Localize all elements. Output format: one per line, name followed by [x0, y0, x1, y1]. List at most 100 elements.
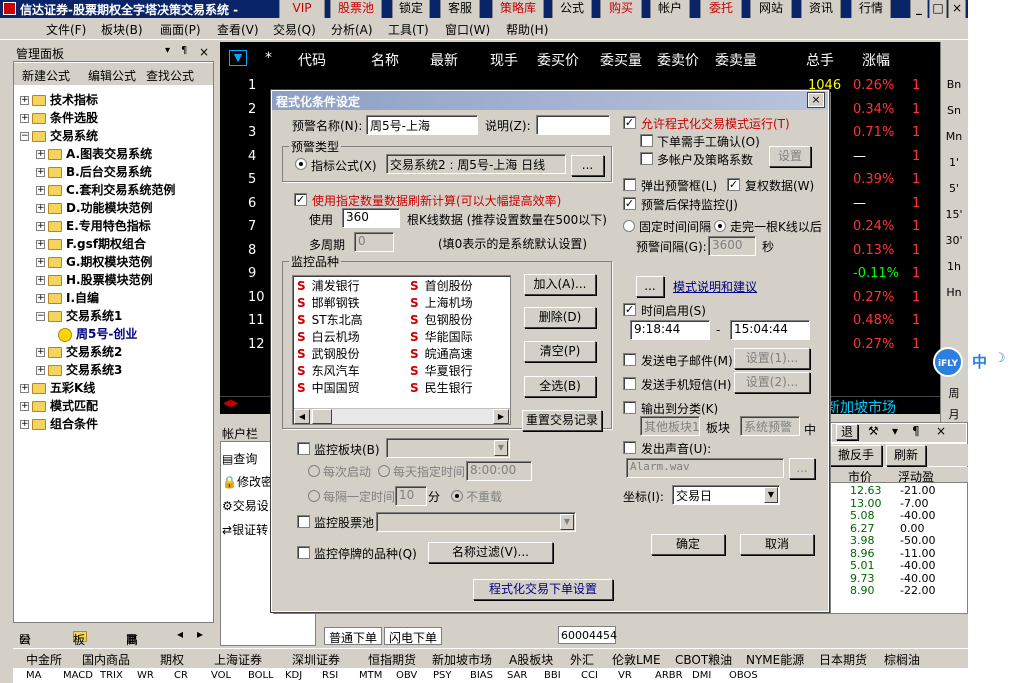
expand-icon[interactable]: + [36, 366, 45, 375]
indicator-tab[interactable]: WR [137, 670, 154, 681]
tool-icon[interactable]: ⚒ [868, 424, 879, 438]
send-sms-checkbox[interactable] [623, 377, 636, 390]
tree-item[interactable]: + B.后台交易系统 [36, 163, 152, 180]
expand-icon[interactable]: + [36, 348, 45, 357]
time-start-input[interactable]: 9:18:44 [630, 320, 710, 340]
account-bank-transfer[interactable]: ⇄银证转 [222, 521, 268, 538]
select-all-button[interactable]: 全选(B) [524, 376, 596, 397]
cancel-button[interactable]: 取消 [740, 534, 814, 555]
email-settings-button[interactable]: 设置(1)... [734, 348, 810, 369]
buy-button[interactable]: 购买 [600, 0, 642, 18]
indicator-tab[interactable]: OBV [396, 670, 417, 681]
expand-icon[interactable]: + [36, 168, 45, 177]
market-tab[interactable]: 恒指期货 [368, 651, 416, 668]
reset-trades-button[interactable]: 重置交易记录 [522, 410, 602, 431]
tree-item[interactable]: + F.gsf期权组合 [36, 235, 146, 252]
indicator-tab[interactable]: TRIX [100, 670, 123, 681]
sound-checkbox[interactable] [623, 441, 636, 454]
quotes-button[interactable]: 行情 [851, 0, 891, 18]
vip-button[interactable]: VIP [279, 0, 325, 18]
monitor-block-checkbox[interactable] [297, 442, 310, 455]
monitor-halt-checkbox[interactable] [297, 546, 310, 559]
expand-icon[interactable]: + [36, 276, 45, 285]
indicator-tab[interactable]: CCI [581, 670, 598, 681]
stock-list-scrollbar[interactable]: ◀ ▶ [294, 408, 510, 424]
account-button[interactable]: 帐户 [650, 0, 690, 18]
per-kline-radio[interactable] [714, 220, 726, 232]
multi-account-settings-button[interactable]: 设置 [769, 146, 811, 167]
each-start-radio[interactable] [308, 465, 320, 477]
lock-button[interactable]: 锁定 [392, 0, 430, 18]
period-button-3[interactable]: 1' [944, 156, 964, 169]
indicator-formula-radio[interactable] [295, 158, 307, 170]
tab-normal-order[interactable]: 普通下单 [324, 627, 383, 645]
monitor-block-select[interactable]: ▼ [386, 438, 510, 458]
indicator-tab[interactable]: DMI [692, 670, 711, 681]
grid-col-bidvol[interactable]: 委买量 [600, 50, 642, 70]
indicator-tab[interactable]: VR [618, 670, 632, 681]
desc-input[interactable] [536, 115, 610, 135]
market-tab[interactable]: 国内商品 [82, 651, 130, 668]
stock-item[interactable]: S ST东北高 [297, 311, 363, 328]
stock-item[interactable]: S 首创股份 [410, 277, 473, 294]
expand-icon[interactable]: + [20, 402, 29, 411]
interval-input[interactable]: 10 [395, 486, 427, 506]
period-button-6[interactable]: 30' [944, 234, 964, 247]
expand-icon[interactable]: + [36, 294, 45, 303]
output-system-input[interactable]: 系统预警 [740, 416, 800, 436]
ifly-icon[interactable]: iFLY [933, 347, 963, 377]
market-tab[interactable]: CBOT粮油 [675, 651, 732, 668]
fixed-interval-radio[interactable] [623, 220, 635, 232]
expand-icon[interactable]: + [20, 96, 29, 105]
period-button-10[interactable]: 月 [944, 406, 964, 422]
service-button[interactable]: 客服 [440, 0, 480, 18]
grid-col-code[interactable]: 代码 [298, 50, 326, 70]
warn-interval-input[interactable]: 3600 [708, 236, 756, 256]
add-stock-button[interactable]: 加入(A)... [524, 274, 596, 295]
grid-col-last[interactable]: 最新 [430, 50, 458, 70]
stock-pool-button[interactable]: 股票池 [330, 0, 382, 18]
grid-col-change[interactable]: 涨幅 [862, 50, 890, 70]
formula-button[interactable]: 公式 [552, 0, 592, 18]
menu-window[interactable]: 窗口(W) [445, 21, 490, 38]
tree-item[interactable]: + 技术指标 [20, 91, 98, 108]
indicator-tab[interactable]: RSI [322, 670, 338, 681]
market-tab[interactable]: A股板块 [509, 651, 553, 668]
dock-icon[interactable]: ¶ [181, 45, 187, 56]
stock-item[interactable]: S 浦发银行 [297, 277, 360, 294]
grid-col-name[interactable]: 名称 [371, 50, 399, 70]
dock-icon[interactable]: ¶ [912, 424, 920, 438]
market-tab[interactable]: 中金所 [26, 651, 62, 668]
stock-item[interactable]: S 皖通高速 [410, 345, 473, 362]
interval-radio[interactable] [308, 490, 320, 502]
use-count-checkbox[interactable]: ✓ [294, 193, 307, 206]
tab-scroll-right-icon[interactable]: ▸ [197, 627, 203, 641]
output-class-checkbox[interactable] [623, 401, 636, 414]
account-trade-settings[interactable]: ⚙交易设 [222, 497, 269, 514]
indicator-tab[interactable]: BBI [544, 670, 561, 681]
scroll-left-icon[interactable]: ◀▶ [223, 398, 238, 409]
period-button-9[interactable]: 周 [944, 385, 964, 401]
maximize-icon[interactable]: □ [929, 0, 947, 18]
moon-icon[interactable]: ☽ [994, 351, 1006, 366]
grid-col-total[interactable]: 总手 [806, 50, 834, 70]
send-email-checkbox[interactable] [623, 353, 636, 366]
indicator-tab[interactable]: KDJ [285, 670, 302, 681]
menu-block[interactable]: 板块(B) [101, 21, 143, 38]
market-tab[interactable]: 棕榈油 [884, 651, 920, 668]
reverse-button[interactable]: 撤反手 [830, 445, 882, 466]
delete-stock-button[interactable]: 删除(D) [524, 307, 596, 328]
multi-account-checkbox[interactable] [640, 152, 653, 165]
minimize-icon[interactable]: _ [910, 0, 928, 18]
period-button-0[interactable]: Bn [944, 78, 964, 91]
indicator-tab[interactable]: SAR [507, 670, 527, 681]
monitor-pool-select[interactable]: ▼ [376, 512, 576, 532]
scroll-left-icon[interactable]: ◀ [294, 409, 310, 424]
account-query[interactable]: ▤查询 [222, 450, 257, 467]
expand-icon[interactable]: + [36, 150, 45, 159]
menu-tools[interactable]: 工具(T) [388, 21, 429, 38]
mode-info-button[interactable]: ... [636, 276, 664, 297]
sound-browse-button[interactable]: ... [789, 458, 815, 479]
expand-icon[interactable]: + [36, 258, 45, 267]
indicator-tab[interactable]: ARBR [655, 670, 683, 681]
